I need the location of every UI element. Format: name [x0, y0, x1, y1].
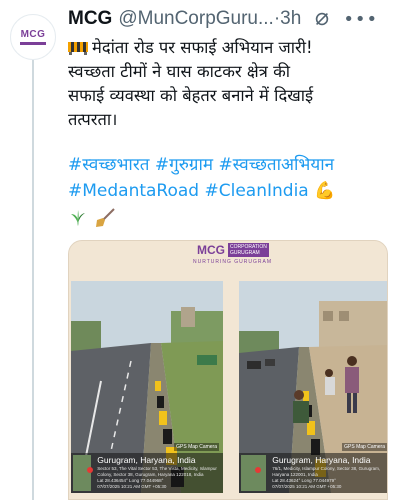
- tweet-media[interactable]: MCG CORPORATION GURUGRAM NURTURING GURUG…: [68, 240, 388, 500]
- geo-address-left: Sector 53, The Vital Sector 53, The Vist…: [97, 466, 217, 477]
- avatar[interactable]: MCG: [10, 14, 56, 60]
- tweet-line-1-text: मेदांता रोड पर सफाई अभियान जारी!: [92, 38, 313, 57]
- photo-right[interactable]: Gurugram, Haryana, India 76/1, Medicity,…: [239, 281, 387, 493]
- map-thumbnail-left: [73, 455, 94, 491]
- media-tagline: NURTURING GURUGRAM: [193, 259, 273, 265]
- tweet-time[interactable]: 3h: [280, 8, 301, 30]
- hashtag-swachhbharat[interactable]: #स्वच्छभारत: [68, 155, 149, 175]
- tweet-header: MCG @MunCorpGuru... · 3h •••: [68, 6, 388, 32]
- tweet-line-1: मेदांता रोड पर सफाई अभियान जारी!: [68, 36, 390, 60]
- geo-stamp-right: Gurugram, Haryana, India 76/1, Medicity,…: [239, 453, 387, 493]
- construction-cone-icon: [68, 42, 88, 55]
- hashtag-cleanindia[interactable]: #CleanIndia: [205, 181, 309, 201]
- tweet-line-4: तत्परता।: [68, 110, 118, 129]
- tweet-line-3: सफाई व्यवस्था को बेहतर बनाने में दिखाई: [68, 86, 314, 105]
- geo-stamp-left: Gurugram, Haryana, India Sector 53, The …: [71, 453, 223, 493]
- gps-label-right: GPS Map Camera: [342, 443, 387, 451]
- hashtag-gurugram[interactable]: #गुरुग्राम: [155, 155, 213, 175]
- hashtags: #स्वच्छभारत #गुरुग्राम #स्वच्छताअभियान #…: [68, 152, 390, 204]
- media-logo-badge: CORPORATION GURUGRAM: [228, 243, 269, 257]
- media-logo-text: MCG: [197, 243, 225, 257]
- thread-line: [32, 58, 34, 500]
- geo-info-right: Gurugram, Haryana, India 76/1, Medicity,…: [268, 453, 387, 493]
- photo-left[interactable]: Gurugram, Haryana, India Sector 53, The …: [71, 281, 223, 493]
- author-name[interactable]: MCG: [68, 8, 112, 30]
- mute-icon[interactable]: [313, 10, 331, 28]
- avatar-logo-bar: [20, 42, 46, 45]
- hashtag-swachhtaabhiyan[interactable]: #स्वच्छताअभियान: [218, 155, 334, 175]
- more-options-button[interactable]: •••: [343, 9, 378, 30]
- geo-address-right: 76/1, Medicity, Islampur Colony, Sector …: [272, 466, 381, 477]
- muscle-icon: 💪: [314, 181, 336, 201]
- hashtag-medantaroad[interactable]: #MedantaRoad: [68, 181, 199, 201]
- geo-city-right: Gurugram, Haryana, India: [272, 455, 371, 465]
- herb-icon: [71, 210, 85, 226]
- emoji-row: [68, 208, 116, 228]
- geo-city-left: Gurugram, Haryana, India: [97, 455, 196, 465]
- tweet-text: मेदांता रोड पर सफाई अभियान जारी! स्वच्छत…: [68, 36, 390, 132]
- media-logo: MCG CORPORATION GURUGRAM: [197, 243, 269, 257]
- broom-icon: [96, 208, 115, 227]
- map-thumbnail-right: [241, 455, 267, 491]
- gps-label-left: GPS Map Camera: [174, 443, 219, 451]
- tweet-line-2: स्वच्छता टीमों ने घास काटकर क्षेत्र की: [68, 62, 291, 81]
- geo-info-left: Gurugram, Haryana, India Sector 53, The …: [93, 453, 223, 493]
- avatar-logo-text: MCG: [20, 29, 46, 40]
- geo-datetime-left: 07/07/2025 10:21 AM GMT +05:30: [97, 484, 167, 489]
- author-handle[interactable]: @MunCorpGuru...: [118, 8, 274, 30]
- geo-datetime-right: 07/07/2025 10:21 AM GMT +05:30: [272, 484, 342, 489]
